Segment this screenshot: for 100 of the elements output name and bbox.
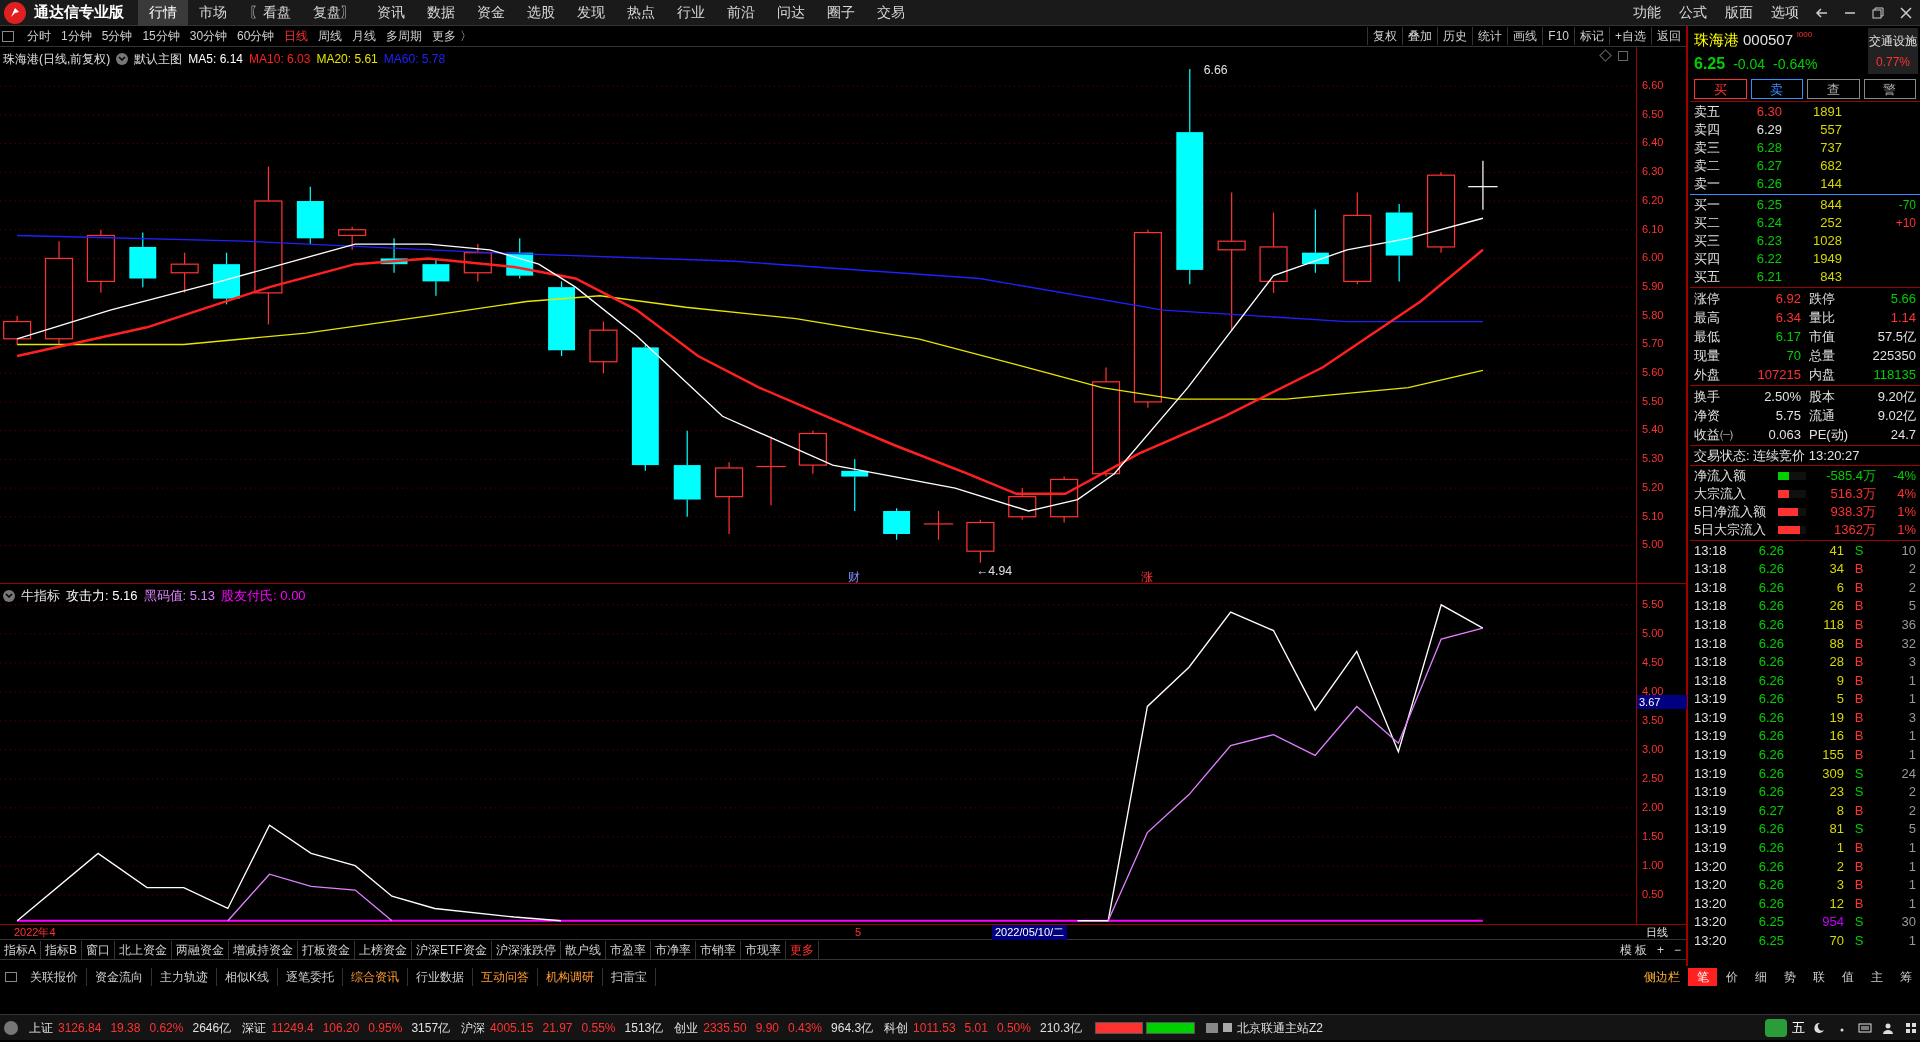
menu-item[interactable]: 公式 (1670, 2, 1716, 23)
index-change-percent: 0.55% (581, 1019, 616, 1037)
period-tab[interactable]: 60分钟 (232, 27, 280, 45)
keyboard-icon[interactable] (1856, 1020, 1874, 1035)
toolbar-button[interactable]: +自选 (1609, 27, 1651, 45)
template-button[interactable]: − (1669, 940, 1686, 959)
toolbar-button[interactable]: 叠加 (1402, 27, 1438, 45)
order-level-label: 买一 (1694, 196, 1721, 215)
toolbar-button[interactable]: 历史 (1437, 27, 1473, 45)
panel-tab[interactable]: 主 (1862, 968, 1891, 986)
collapse-icon[interactable] (4, 1020, 18, 1035)
indicator-tab[interactable]: 增减持资金 (229, 940, 299, 959)
menu-item[interactable]: 资讯 (366, 0, 416, 26)
info-tab[interactable]: 机构调研 (538, 968, 603, 986)
toolbar-button[interactable]: 复权 (1367, 27, 1403, 45)
panel-tab[interactable]: 势 (1775, 968, 1804, 986)
indicator-tab[interactable]: 市销率 (695, 940, 741, 959)
candlestick (380, 237, 408, 274)
dropdown-icon[interactable] (116, 53, 129, 65)
indicator-tab[interactable]: 散户线 (560, 940, 606, 959)
period-tab[interactable]: 15分钟 (137, 27, 185, 45)
tick-side: B (1853, 560, 1865, 579)
indicator-tab[interactable]: 两融资金 (172, 940, 230, 959)
period-tab[interactable]: 多周期 (381, 27, 428, 45)
menu-item[interactable]: 市场 (188, 0, 238, 26)
menu-item[interactable]: 〖看盘 (238, 0, 302, 26)
indicator-tab[interactable]: 市盈率 (605, 940, 651, 959)
menu-item[interactable]: 行情 (138, 0, 188, 26)
panel-tab[interactable]: 笔 (1688, 968, 1717, 986)
period-tab[interactable]: 日线 (279, 27, 314, 45)
menu-item[interactable]: 问达 (766, 0, 816, 26)
indicator-tab[interactable]: 指标A (0, 940, 41, 959)
indicator-tab[interactable]: 指标B (41, 940, 83, 959)
index-change: 106.20 (322, 1019, 360, 1037)
ime-logo-icon[interactable] (1765, 1018, 1787, 1037)
toolbar-button[interactable]: 标记 (1574, 27, 1609, 45)
info-tab[interactable]: 扫雷宝 (603, 968, 656, 986)
info-tab[interactable]: 互动问答 (473, 968, 538, 986)
trade-button[interactable]: 警 (1863, 78, 1916, 99)
ime-mode[interactable]: 五 (1792, 1017, 1805, 1038)
period-tab[interactable]: 分时 (22, 27, 56, 45)
indicator-tab[interactable]: 打板资金 (298, 940, 356, 959)
period-tab[interactable]: 月线 (347, 27, 382, 45)
panel-tab[interactable]: 值 (1833, 968, 1862, 986)
price-axis-label: 5.20 (1642, 481, 1664, 493)
tick-count: 5 (1907, 820, 1916, 839)
menu-item[interactable]: 选项 (1762, 2, 1808, 23)
indicator-tab[interactable]: 市现率 (740, 940, 786, 959)
menu-item[interactable]: 资金 (466, 0, 516, 26)
menu-item[interactable]: 数据 (416, 0, 466, 26)
indicator-tab[interactable]: 市净率 (650, 940, 696, 959)
period-tab[interactable]: 1分钟 (56, 27, 97, 45)
menu-item[interactable]: 圈子 (816, 0, 866, 26)
panel-toggle-icon[interactable] (5, 972, 17, 982)
period-tab[interactable]: 周线 (313, 27, 348, 45)
info-tab[interactable]: 主力轨迹 (152, 968, 217, 986)
toolbar-button[interactable]: F10 (1542, 27, 1574, 45)
menu-item[interactable]: 功能 (1624, 2, 1670, 23)
period-tab[interactable]: 30分钟 (184, 27, 233, 45)
menu-item[interactable]: 行业 (666, 0, 716, 26)
panel-toggle-icon[interactable] (2, 30, 14, 42)
menu-item[interactable]: 交易 (866, 0, 916, 26)
info-tab[interactable]: 关联报价 (22, 968, 87, 986)
dropdown-icon[interactable] (3, 589, 15, 602)
panel-tab[interactable]: 筹 (1891, 968, 1920, 986)
trade-button[interactable]: 买 (1694, 78, 1747, 99)
info-tab[interactable]: 逐笔委托 (278, 968, 343, 986)
toolbar-button[interactable]: 统计 (1472, 27, 1508, 45)
info-tab[interactable]: 综合资讯 (343, 968, 408, 986)
panel-tab[interactable]: 细 (1746, 968, 1775, 986)
panel-tab[interactable]: 联 (1804, 968, 1833, 986)
period-tab[interactable]: 更多 〉 (427, 27, 477, 45)
sector-box[interactable]: 交通设施 0.77% (1868, 28, 1918, 74)
template-button[interactable]: 模 板 (1614, 940, 1652, 959)
indicator-tab[interactable]: 沪深ETF资金 (412, 940, 492, 959)
menu-item[interactable]: 发现 (566, 0, 616, 26)
template-button[interactable]: + (1651, 940, 1669, 959)
indicator-tab[interactable]: 上榜资金 (355, 940, 413, 959)
toolbar-button[interactable]: 画线 (1507, 27, 1543, 45)
menu-item[interactable]: 热点 (616, 0, 666, 26)
menu-item[interactable]: 前沿 (716, 0, 766, 26)
tick-time: 13:19 (1694, 839, 1728, 858)
window-icon[interactable] (1618, 51, 1628, 61)
info-tab[interactable]: 资金流向 (87, 968, 152, 986)
panel-tab[interactable]: 价 (1717, 968, 1746, 986)
menu-item[interactable]: 版面 (1716, 2, 1762, 23)
menu-item[interactable]: 复盘〗 (302, 0, 366, 26)
toolbar-button[interactable]: 返回 (1651, 27, 1686, 45)
trade-button[interactable]: 查 (1807, 78, 1860, 99)
tick-price: 6.26 (1757, 783, 1784, 802)
indicator-tab[interactable]: 更多 (785, 940, 819, 959)
menu-item[interactable]: 选股 (516, 0, 566, 26)
indicator-tab[interactable]: 沪深涨跌停 (491, 940, 561, 959)
trade-button[interactable]: 卖 (1750, 78, 1803, 99)
info-tab[interactable]: 相似K线 (217, 968, 278, 986)
indicator-tab[interactable]: 窗口 (82, 940, 116, 959)
info-tab[interactable]: 行业数据 (408, 968, 473, 986)
indicator-tab[interactable]: 北上资金 (115, 940, 173, 959)
period-tab[interactable]: 5分钟 (96, 27, 138, 45)
sidebar-toggle[interactable]: 侧边栏 (1638, 968, 1686, 986)
